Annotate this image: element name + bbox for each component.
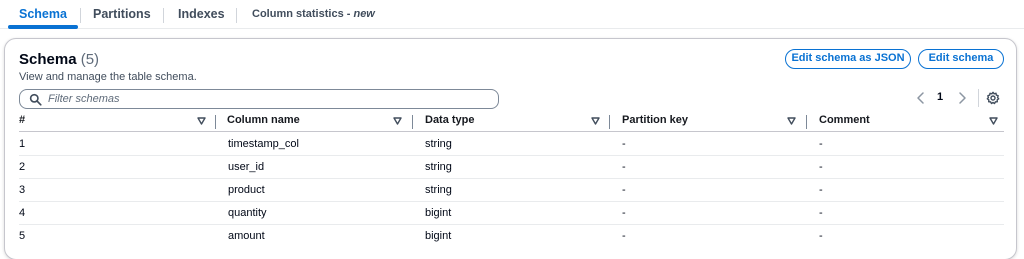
edit-schema-json-button[interactable]: Edit schema as JSON [785, 49, 911, 69]
sort-caret-down-icon[interactable] [393, 117, 402, 125]
schema-count: (5) [80, 51, 100, 68]
tab-column-statistics-label: Column statistics - [252, 8, 354, 20]
row-divider [19, 178, 1004, 179]
cell-index: 4 [19, 207, 26, 219]
cell-partition-key: - [622, 138, 626, 150]
cell-comment: - [819, 161, 823, 173]
cell-column-name: timestamp_col [228, 138, 299, 150]
column-header-data-type[interactable]: Data type [425, 114, 475, 130]
sort-caret-down-icon[interactable] [591, 117, 600, 125]
cell-comment: - [819, 207, 823, 219]
row-divider [19, 224, 1004, 225]
cell-data-type: string [425, 138, 452, 150]
current-page-number[interactable]: 1 [937, 91, 943, 103]
cell-column-name: quantity [228, 207, 267, 219]
cell-data-type: bigint [425, 230, 452, 242]
row-divider [19, 201, 1004, 202]
cell-partition-key: - [622, 207, 626, 219]
chevron-right-icon[interactable] [956, 91, 968, 105]
cell-index: 5 [19, 230, 26, 242]
tab-column-statistics[interactable]: Column statistics - new [252, 0, 375, 29]
cell-index: 3 [19, 184, 26, 196]
tab-indexes[interactable]: Indexes [178, 0, 225, 29]
cell-column-name: product [228, 184, 265, 196]
filter-schemas-input[interactable] [48, 92, 488, 106]
active-tab-indicator [8, 25, 78, 29]
column-resizer[interactable] [412, 115, 413, 129]
cell-index: 2 [19, 161, 26, 173]
cell-data-type: bigint [425, 207, 452, 219]
cell-comment: - [819, 230, 823, 242]
new-badge: new [353, 8, 375, 20]
cell-partition-key: - [622, 184, 626, 196]
column-header-column-name[interactable]: Column name [227, 114, 300, 130]
cell-index: 1 [19, 138, 26, 150]
cell-column-name: amount [228, 230, 265, 242]
column-resizer[interactable] [806, 115, 807, 129]
tab-divider [80, 8, 81, 23]
cell-comment: - [819, 138, 823, 150]
chevron-left-icon[interactable] [915, 91, 927, 105]
title-text: Schema [19, 51, 77, 68]
column-header-index[interactable]: # [19, 114, 25, 130]
sort-caret-down-icon[interactable] [197, 117, 206, 125]
table-header-divider [19, 131, 1004, 132]
settings-gear-icon[interactable] [986, 91, 1000, 105]
cell-comment: - [819, 184, 823, 196]
column-resizer[interactable] [609, 115, 610, 129]
pagination-divider [978, 89, 979, 107]
column-header-comment[interactable]: Comment [819, 114, 870, 130]
search-icon [29, 93, 42, 106]
filter-box [19, 89, 499, 109]
sort-caret-down-icon[interactable] [787, 117, 796, 125]
tab-partitions[interactable]: Partitions [93, 0, 151, 29]
column-resizer[interactable] [215, 115, 216, 129]
cell-partition-key: - [622, 161, 626, 173]
cell-column-name: user_id [228, 161, 265, 173]
tab-divider [163, 8, 164, 23]
cell-data-type: string [425, 184, 452, 196]
panel-description: View and manage the table schema. [19, 71, 197, 83]
edit-schema-button[interactable]: Edit schema [918, 49, 1004, 69]
row-divider [19, 155, 1004, 156]
cell-data-type: string [425, 161, 452, 173]
sort-caret-down-icon[interactable] [989, 117, 998, 125]
page-title: Schema (5) [19, 51, 99, 68]
cell-partition-key: - [622, 230, 626, 242]
column-header-partition-key[interactable]: Partition key [622, 114, 688, 130]
tab-divider [236, 8, 237, 23]
tab-bar: Schema Partitions Indexes Column statist… [0, 0, 1024, 29]
